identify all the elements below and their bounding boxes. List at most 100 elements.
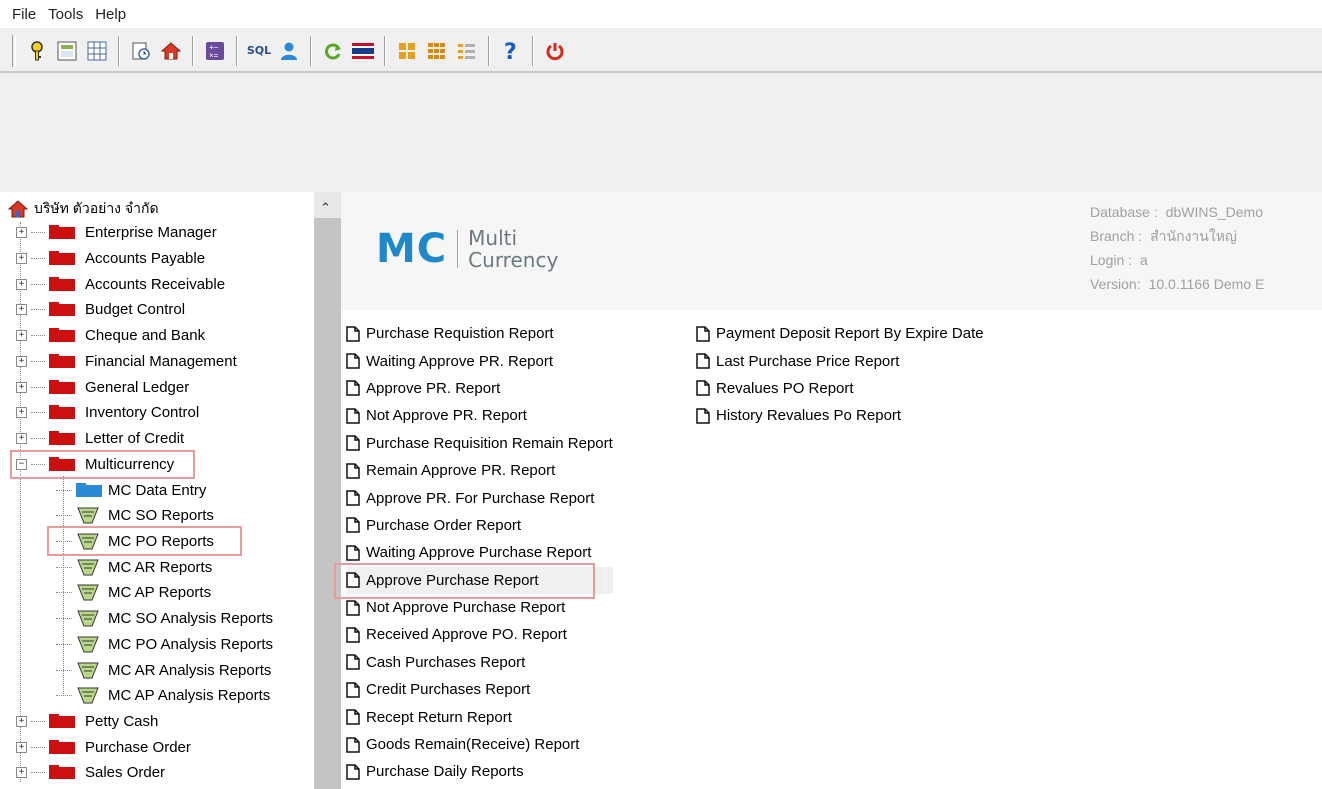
tree-node-letter-of-credit[interactable]: + Letter of Credit <box>16 427 184 449</box>
tree-node-financial-management[interactable]: + Financial Management <box>16 350 237 372</box>
tree-node-inventory-control[interactable]: + Inventory Control <box>16 401 199 423</box>
expand-icon[interactable]: + <box>16 715 27 727</box>
toolbar-grip[interactable] <box>12 34 16 67</box>
tree-node-label: Sales Order <box>85 763 166 781</box>
collapse-icon[interactable]: − <box>16 458 27 470</box>
tree-node-petty-cash[interactable]: + Petty Cash <box>16 710 158 732</box>
user-icon[interactable] <box>276 38 302 64</box>
flag-icon[interactable] <box>350 38 376 64</box>
report-link[interactable]: Not Approve Purchase Report <box>346 594 613 621</box>
report-link[interactable]: Approve PR. Report <box>346 375 613 402</box>
expand-icon[interactable]: + <box>16 278 27 290</box>
tree-node-budget-control[interactable]: + Budget Control <box>16 298 185 320</box>
tree-child-mc-so-analysis-reports[interactable]: MC SO Analysis Reports <box>56 606 273 630</box>
tree-child-mc-ar-reports[interactable]: MC AR Reports <box>56 555 212 579</box>
expand-icon[interactable]: + <box>16 766 27 778</box>
tree-root[interactable]: บริษัท ตัวอย่าง จำกัด <box>8 198 159 220</box>
tree-child-mc-data-entry[interactable]: MC Data Entry <box>56 478 206 502</box>
report-link[interactable]: History Revalues Po Report <box>696 402 984 429</box>
version-row: Version: 10.0.1166 Demo E <box>1090 272 1264 296</box>
document-icon <box>346 380 360 397</box>
tiles-icon[interactable] <box>394 38 420 64</box>
branch-row: Branch : สำนักงานใหญ่ <box>1090 224 1264 248</box>
help-icon[interactable]: ? <box>498 38 524 64</box>
tree-node-enterprise-manager[interactable]: + Enterprise Manager <box>16 221 217 243</box>
report-link[interactable]: Remain Approve PR. Report <box>346 457 613 484</box>
tree-node-label: Cheque and Bank <box>85 326 206 344</box>
report-icon <box>77 662 99 679</box>
home-icon[interactable] <box>158 38 184 64</box>
menu-file[interactable]: File <box>0 6 42 23</box>
menu-tools[interactable]: Tools <box>42 6 89 23</box>
expand-icon[interactable]: + <box>16 381 27 393</box>
tree-scrollbar[interactable]: ⌃ <box>314 192 341 789</box>
tree-node-accounts-payable[interactable]: + Accounts Payable <box>16 247 205 269</box>
tree-node-cheque-and-bank[interactable]: + Cheque and Bank <box>16 324 205 346</box>
sql-icon[interactable]: SQL <box>246 38 272 64</box>
scroll-thumb[interactable] <box>314 218 341 789</box>
expand-icon[interactable]: + <box>16 355 27 367</box>
expand-icon[interactable]: + <box>16 432 27 444</box>
tree-node-general-ledger[interactable]: + General Ledger <box>16 376 189 398</box>
report-link[interactable]: Purchase Requistion Report <box>346 320 613 347</box>
report-link[interactable]: Approve PR. For Purchase Report <box>346 484 613 511</box>
tiles2-icon[interactable] <box>424 38 450 64</box>
report-link[interactable]: Goods Remain(Receive) Report <box>346 731 613 758</box>
report-link[interactable]: Payment Deposit Report By Expire Date <box>696 320 984 347</box>
report-link[interactable]: Last Purchase Price Report <box>696 347 984 374</box>
expand-icon[interactable]: + <box>16 741 27 753</box>
report-link-label: Approve PR. Report <box>366 379 501 397</box>
report-link[interactable]: Credit Purchases Report <box>346 676 613 703</box>
folder-icon <box>49 354 75 368</box>
report-link-label: Purchase Order Report <box>366 516 522 534</box>
tree-child-mc-po-reports[interactable]: MC PO Reports <box>56 529 214 553</box>
calculator-icon[interactable] <box>54 38 80 64</box>
report-link[interactable]: Approve Purchase Report <box>346 566 613 594</box>
tree-node-label: Financial Management <box>85 352 237 370</box>
tree-child-mc-po-analysis-reports[interactable]: MC PO Analysis Reports <box>56 632 273 656</box>
list-icon[interactable] <box>454 38 480 64</box>
report-link[interactable]: Recept Return Report <box>346 703 613 730</box>
tree-node-sales-order[interactable]: + Sales Order <box>16 761 165 783</box>
key-icon[interactable] <box>24 38 50 64</box>
tree-node-purchase-order[interactable]: + Purchase Order <box>16 736 191 758</box>
report-link[interactable]: Waiting Approve Purchase Report <box>346 539 613 566</box>
report-link[interactable]: Purchase Daily Reports <box>346 758 613 785</box>
report-link-label: Not Approve PR. Report <box>366 407 527 425</box>
report-link[interactable]: Waiting Approve PR. Report <box>346 347 613 374</box>
document-icon <box>346 736 360 753</box>
tree-child-mc-so-reports[interactable]: MC SO Reports <box>56 503 214 527</box>
report-link[interactable]: Not Approve PR. Report <box>346 402 613 429</box>
svg-text:?: ? <box>504 40 517 62</box>
folder-icon <box>49 302 75 316</box>
grid-icon[interactable] <box>84 38 110 64</box>
expand-icon[interactable]: + <box>16 226 27 238</box>
document-icon <box>346 545 360 561</box>
menu-help[interactable]: Help <box>89 6 132 23</box>
tree-child-mc-ar-analysis-reports[interactable]: MC AR Analysis Reports <box>56 658 271 682</box>
expand-icon[interactable]: + <box>16 329 27 341</box>
expand-icon[interactable]: + <box>16 303 27 315</box>
report-link[interactable]: Purchase Requisition Remain Report <box>346 430 613 457</box>
tree-connector <box>31 746 45 748</box>
report-link[interactable]: Cash Purchases Report <box>346 649 613 676</box>
branch-label: Branch : <box>1090 228 1143 244</box>
clock-report-icon[interactable] <box>128 38 154 64</box>
scroll-up-icon[interactable]: ⌃ <box>320 200 331 216</box>
document-icon <box>346 490 360 506</box>
refresh-icon[interactable] <box>320 38 346 64</box>
expand-icon[interactable]: + <box>16 252 27 264</box>
report-link[interactable]: Revalues PO Report <box>696 375 984 402</box>
expand-icon[interactable]: + <box>16 406 27 418</box>
folder-icon <box>49 740 75 754</box>
tree-child-mc-ap-reports[interactable]: MC AP Reports <box>56 580 211 604</box>
power-icon[interactable] <box>542 38 568 64</box>
tree-node-accounts-receivable[interactable]: + Accounts Receivable <box>16 273 225 295</box>
tree-node-multicurrency[interactable]: − Multicurrency <box>16 453 174 475</box>
database-label: Database : <box>1090 204 1158 220</box>
report-link[interactable]: Received Approve PO. Report <box>346 621 613 648</box>
tree-child-mc-ap-analysis-reports[interactable]: MC AP Analysis Reports <box>56 683 270 707</box>
math-icon[interactable]: +− ×= <box>202 38 228 64</box>
report-link[interactable]: Purchase Order Report <box>346 512 613 539</box>
tree-connector <box>31 308 45 310</box>
